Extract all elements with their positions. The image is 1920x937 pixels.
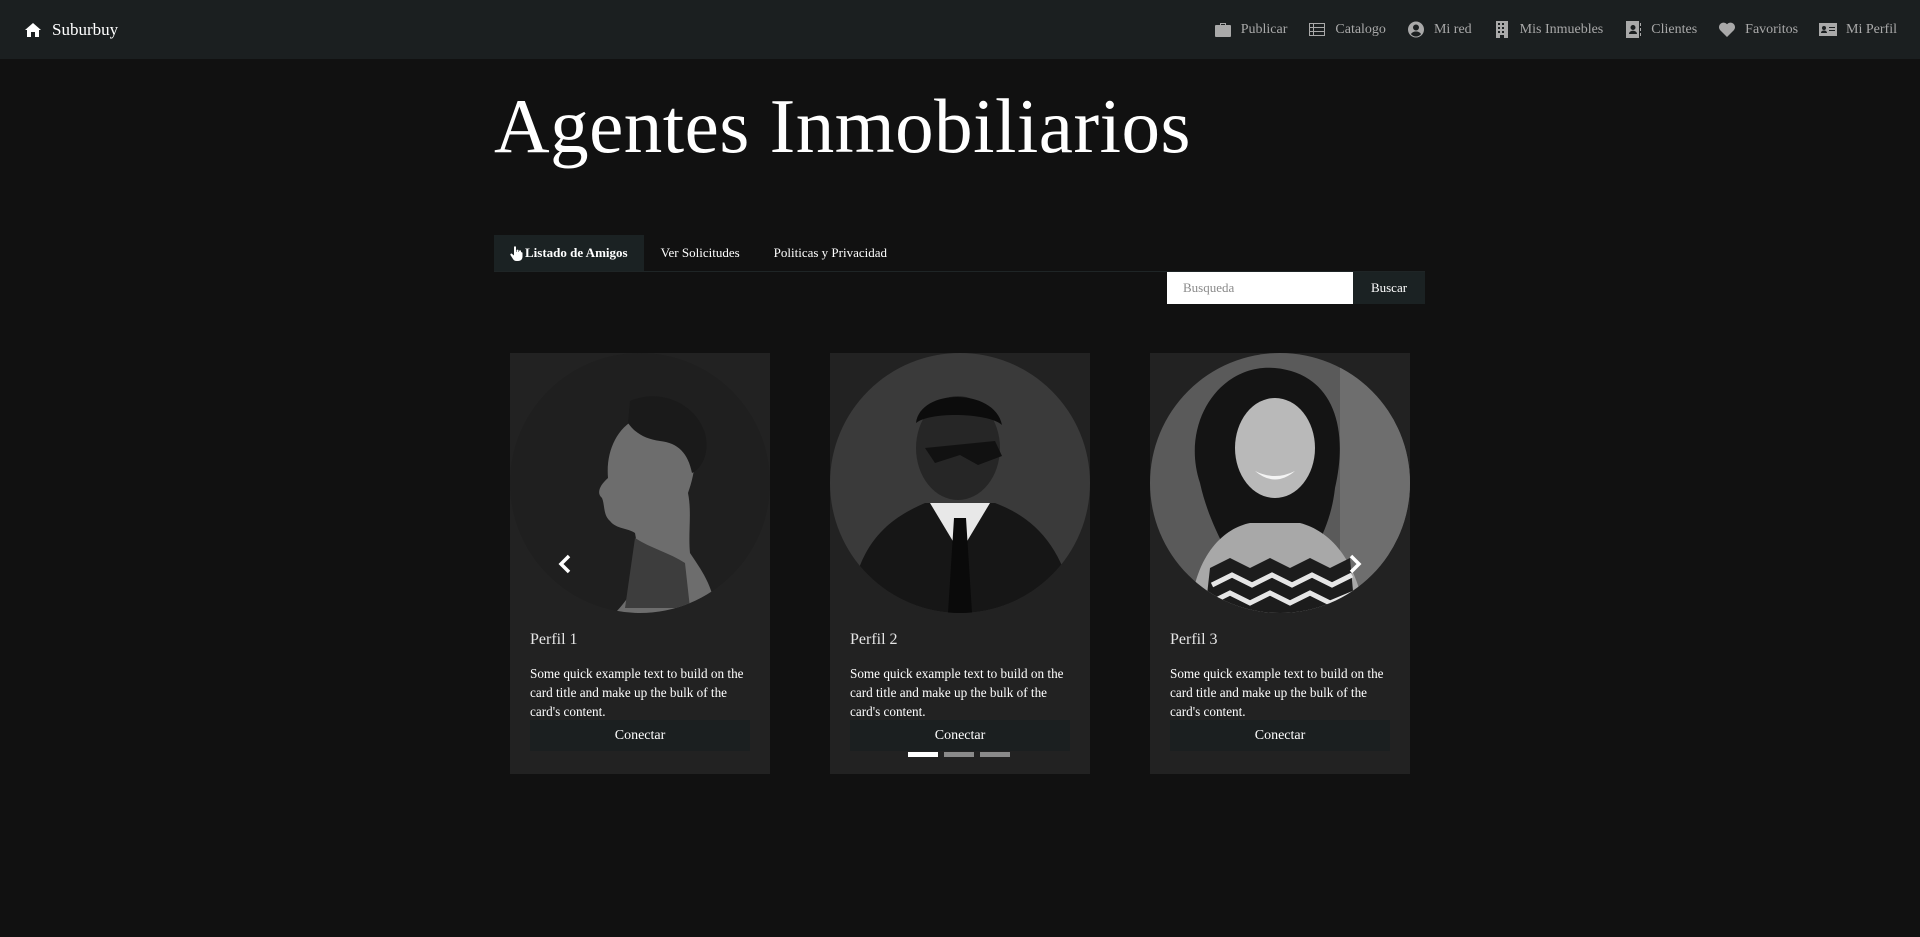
home-icon — [25, 22, 41, 37]
profile-carousel: Perfil 1 Some quick example text to buil… — [510, 353, 1410, 774]
card-text: Some quick example text to build on the … — [850, 666, 1064, 719]
address-book-icon — [1626, 21, 1642, 38]
connect-button[interactable]: Conectar — [1170, 720, 1390, 751]
card-title: Perfil 1 — [530, 631, 578, 648]
card-text: Some quick example text to build on the … — [1170, 666, 1384, 719]
tab-label: Listado de Amigos — [525, 245, 628, 260]
nav-item-publicar[interactable]: Publicar — [1214, 21, 1288, 38]
building-icon — [1495, 21, 1508, 38]
nav-item-catalogo[interactable]: Catalogo — [1308, 21, 1386, 38]
list-icon — [1309, 23, 1326, 36]
search-button[interactable]: Buscar — [1353, 272, 1425, 304]
search-input[interactable] — [1167, 272, 1353, 304]
nav-item-label: Mi red — [1433, 21, 1472, 37]
tab-label: Politicas y Privacidad — [773, 245, 888, 260]
card-title: Perfil 3 — [1170, 631, 1218, 648]
nav-item-label: Catalogo — [1335, 21, 1386, 37]
tab-politicas-y-privacidad[interactable]: Politicas y Privacidad — [757, 235, 904, 271]
carousel-indicators — [908, 752, 1010, 757]
nav-item-label: Mi Perfil — [1846, 21, 1897, 37]
card-text: Some quick example text to build on the … — [530, 666, 744, 719]
profile-photo — [510, 353, 770, 613]
connect-button[interactable]: Conectar — [850, 720, 1070, 751]
nav-item-mi-red[interactable]: Mi red — [1407, 21, 1472, 38]
brand-name: Suburbuy — [52, 19, 119, 39]
nav-menu: Publicar Catalogo Mi red Mis Inmuebles C… — [1214, 21, 1897, 38]
profile-photo — [830, 353, 1090, 613]
briefcase-icon — [1214, 23, 1231, 37]
tab-bar: Listado de Amigos Ver Solicitudes Politi… — [494, 235, 1425, 272]
profile-card: Perfil 3 Some quick example text to buil… — [1150, 353, 1410, 774]
profile-card: Perfil 2 Some quick example text to buil… — [830, 353, 1090, 774]
carousel-indicator-1[interactable] — [908, 752, 938, 757]
carousel-indicator-2[interactable] — [944, 752, 974, 757]
navbar: Suburbuy Publicar Catalogo Mi red Mis In… — [0, 0, 1920, 59]
brand-link[interactable]: Suburbuy — [24, 20, 118, 40]
carousel-prev-button[interactable] — [553, 549, 577, 579]
nav-item-label: Publicar — [1240, 21, 1288, 37]
tab-listado-de-amigos[interactable]: Listado de Amigos — [494, 235, 644, 271]
nav-item-clientes[interactable]: Clientes — [1624, 21, 1697, 38]
nav-item-mis-inmuebles[interactable]: Mis Inmuebles — [1493, 21, 1604, 38]
nav-item-label: Clientes — [1651, 21, 1698, 37]
tab-ver-solicitudes[interactable]: Ver Solicitudes — [644, 235, 757, 271]
chevron-left-icon — [558, 554, 571, 574]
tab-label: Ver Solicitudes — [660, 245, 740, 260]
user-circle-icon — [1407, 21, 1424, 38]
heart-icon — [1719, 22, 1736, 37]
carousel-next-button[interactable] — [1343, 549, 1367, 579]
chevron-right-icon — [1349, 554, 1362, 574]
carousel-indicator-3[interactable] — [980, 752, 1010, 757]
nav-item-label: Mis Inmuebles — [1519, 21, 1604, 37]
nav-item-favoritos[interactable]: Favoritos — [1718, 21, 1798, 38]
id-card-icon — [1819, 23, 1838, 36]
hand-pointer-icon — [510, 245, 523, 261]
profile-photo — [1150, 353, 1410, 613]
nav-item-label: Favoritos — [1745, 21, 1799, 37]
nav-item-mi-perfil[interactable]: Mi Perfil — [1819, 21, 1897, 38]
card-title: Perfil 2 — [850, 631, 898, 648]
connect-button[interactable]: Conectar — [530, 720, 750, 751]
profile-card: Perfil 1 Some quick example text to buil… — [510, 353, 770, 774]
page-title: Agentes Inmobiliarios — [494, 83, 1191, 169]
